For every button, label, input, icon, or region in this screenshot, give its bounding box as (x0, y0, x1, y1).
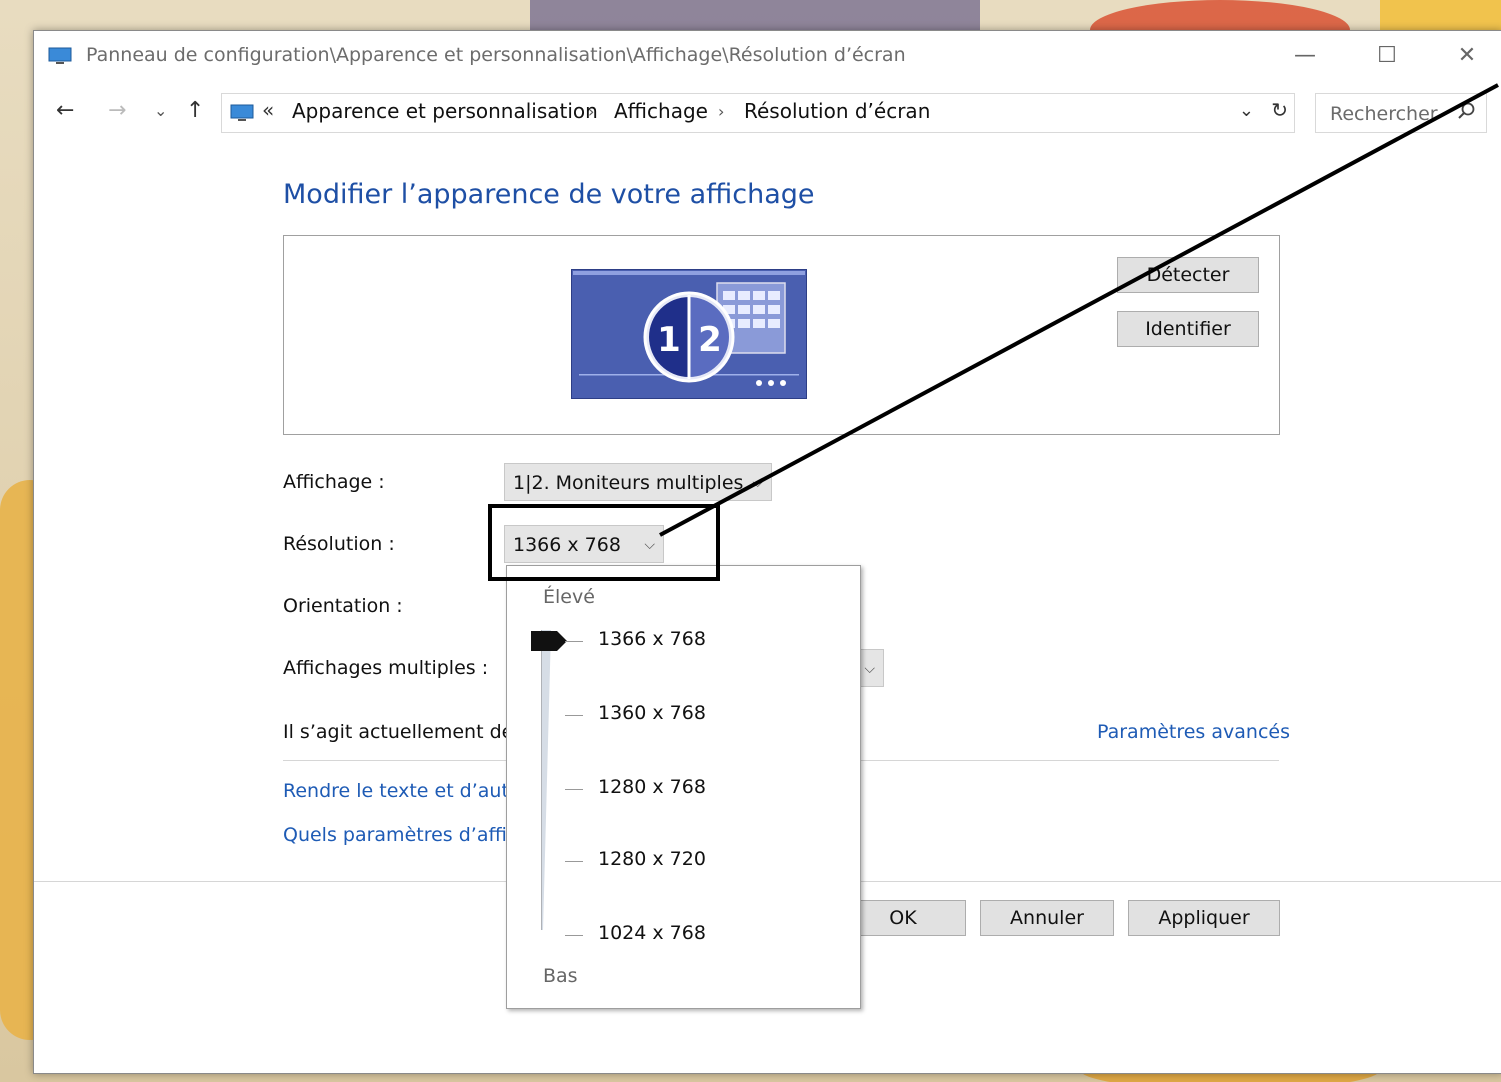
display-select[interactable]: 1|2. Moniteurs multiples ⌵ (504, 463, 772, 501)
search-input[interactable] (1328, 100, 1462, 128)
slider-tick (565, 861, 583, 862)
breadcrumb-affichage[interactable]: Affichage (614, 99, 708, 123)
title-bar: Panneau de configuration\Apparence et pe… (34, 31, 1501, 83)
address-row: ← → ⌄ ↑ « Apparence et personnalisation … (34, 89, 1501, 135)
address-dropdown-icon[interactable]: ⌄ (1239, 100, 1254, 121)
display-label: Affichage : (283, 471, 385, 493)
chevron-down-icon: ⌵ (864, 661, 875, 677)
breadcrumb-resolution[interactable]: Résolution d’écran (744, 99, 930, 123)
control-panel-icon (230, 104, 254, 121)
resolution-select[interactable]: 1366 x 768 ⌵ (504, 525, 664, 563)
address-bar[interactable]: « Apparence et personnalisation › Affich… (221, 93, 1295, 133)
resolution-option[interactable]: 1280 x 768 (598, 776, 706, 798)
up-arrow-icon[interactable]: ↑ (186, 97, 204, 125)
maximize-button[interactable]: ☐ (1364, 41, 1410, 71)
resolution-slider-track[interactable] (541, 630, 551, 930)
resolution-select-value: 1366 x 768 (513, 534, 621, 556)
resolution-dropdown-popup: Élevé 1366 x 768 1360 x 768 1280 x 768 1… (506, 565, 861, 1009)
slider-tick (565, 789, 583, 790)
recent-locations-icon[interactable]: ⌄ (154, 97, 167, 125)
resolution-option[interactable]: 1366 x 768 (598, 628, 706, 650)
search-box[interactable] (1315, 93, 1487, 133)
forward-arrow-icon[interactable]: → (108, 97, 126, 125)
apply-button[interactable]: Appliquer (1128, 900, 1280, 936)
monitor-number-1: 1 (657, 320, 681, 360)
text-size-link[interactable]: Rendre le texte et d’autr (283, 780, 517, 802)
window: Panneau de configuration\Apparence et pe… (33, 30, 1501, 1074)
multiple-displays-label: Affichages multiples : (283, 657, 489, 679)
resolution-slider-thumb[interactable] (531, 631, 567, 651)
close-button[interactable]: ✕ (1444, 41, 1490, 71)
display-settings-link[interactable]: Quels paramètres d’affic (283, 824, 517, 846)
back-arrow-icon[interactable]: ← (56, 97, 74, 125)
window-title: Panneau de configuration\Apparence et pe… (86, 44, 906, 66)
advanced-settings-link[interactable]: Paramètres avancés (1097, 721, 1290, 743)
slider-high-label: Élevé (543, 586, 595, 608)
identify-button[interactable]: Identifier (1117, 311, 1259, 347)
slider-tick (565, 715, 583, 716)
display-preview: 1 2 Détecter Identifier (283, 235, 1280, 435)
minimize-button[interactable]: — (1282, 41, 1328, 71)
resolution-option[interactable]: 1360 x 768 (598, 702, 706, 724)
refresh-icon[interactable]: ↻ (1271, 98, 1288, 122)
monitor-number-2: 2 (698, 320, 722, 360)
detect-button[interactable]: Détecter (1117, 257, 1259, 293)
breadcrumb-separator[interactable]: › (588, 102, 594, 121)
display-select-value: 1|2. Moniteurs multiples (513, 472, 744, 494)
breadcrumb-separator[interactable]: › (718, 102, 724, 121)
chevron-down-icon: ⌵ (644, 537, 655, 553)
page-title: Modifier l’apparence de votre affichage (283, 179, 815, 210)
orientation-label: Orientation : (283, 595, 403, 617)
resolution-option[interactable]: 1024 x 768 (598, 922, 706, 944)
status-text: Il s’agit actuellement de (283, 721, 514, 743)
resolution-label: Résolution : (283, 533, 395, 555)
slider-tick (565, 641, 583, 642)
overflow-chevrons[interactable]: « (262, 98, 274, 122)
search-icon[interactable] (1458, 102, 1476, 120)
slider-tick (565, 935, 583, 936)
slider-low-label: Bas (543, 965, 578, 987)
cancel-button[interactable]: Annuler (980, 900, 1114, 936)
monitor-icon (48, 47, 72, 64)
breadcrumb-apparence[interactable]: Apparence et personnalisation (292, 99, 598, 123)
monitor-preview-icon[interactable]: 1 2 (571, 269, 807, 399)
resolution-option[interactable]: 1280 x 720 (598, 848, 706, 870)
chevron-down-icon: ⌵ (752, 475, 763, 491)
